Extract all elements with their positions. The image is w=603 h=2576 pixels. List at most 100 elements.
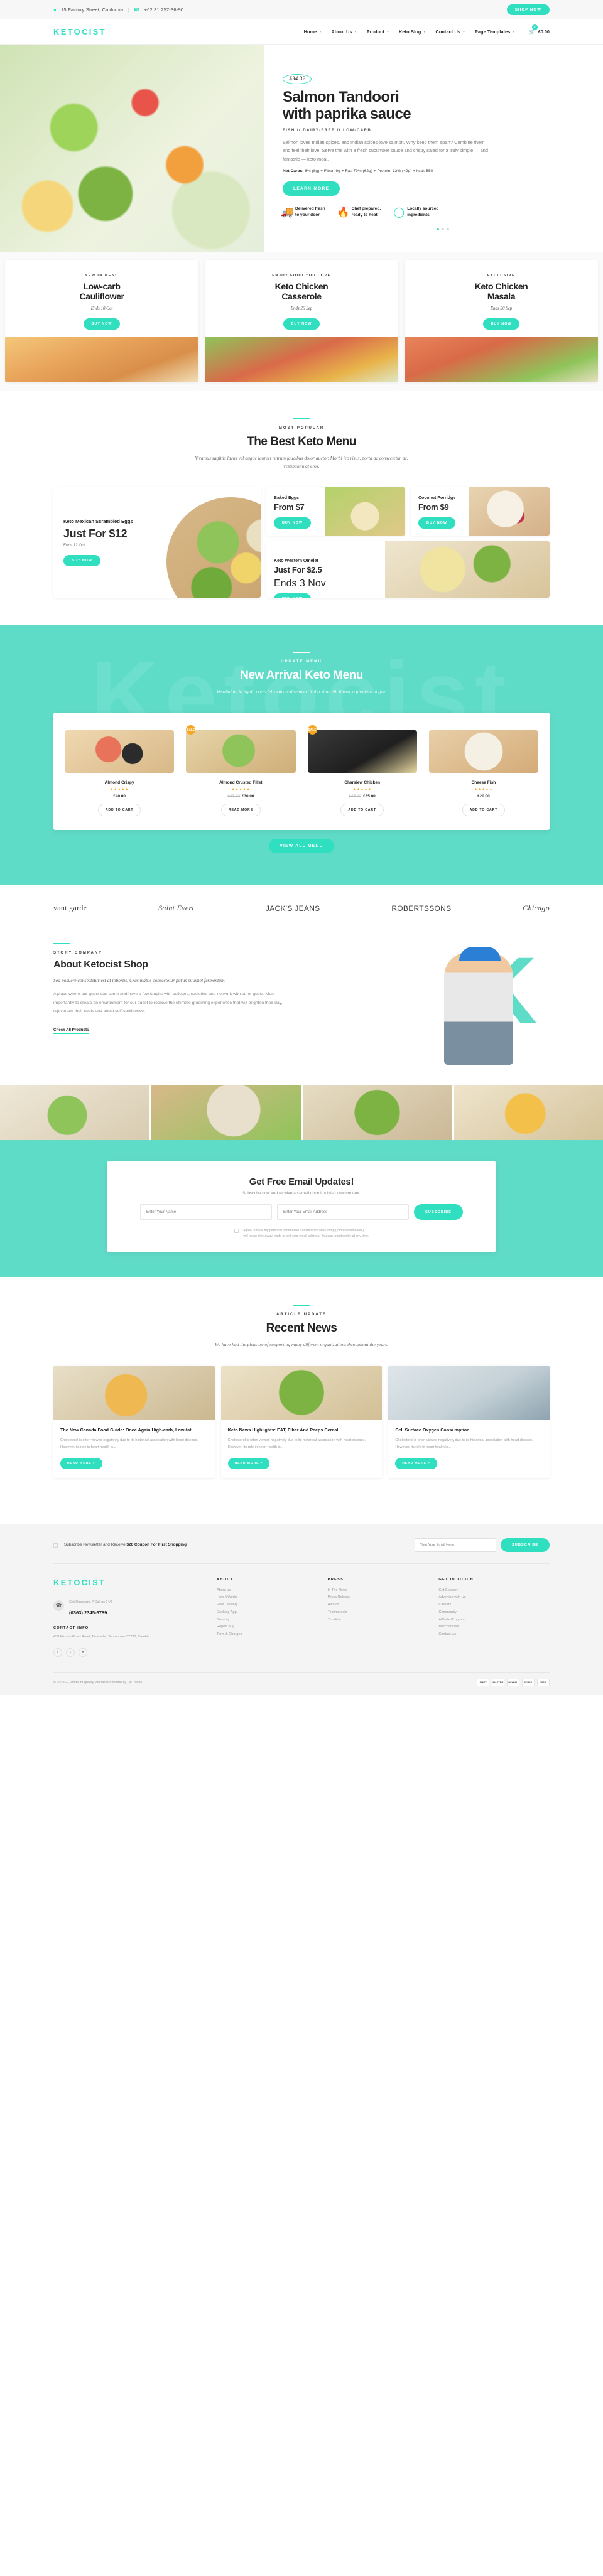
footer-link-security[interactable]: Security <box>217 1617 328 1624</box>
footer-link-about-us[interactable]: About us <box>217 1587 328 1595</box>
nav-item-home[interactable]: Home ▼ <box>304 29 322 35</box>
footer-link-contact-us[interactable]: Contact Us <box>438 1631 550 1639</box>
product-name: Almond Crispy <box>104 780 134 785</box>
support-phone[interactable]: (0363) 2345-6789 <box>69 1610 107 1615</box>
product-card-almond-crispy[interactable]: Almond Crispy ★★★★★ £40.00 ADD TO CART <box>62 724 177 817</box>
footer-link-testimonials[interactable]: Testimonials <box>328 1609 439 1617</box>
product-card-cheese-fish[interactable]: Cheese Fish ★★★★★ £20.00 ADD TO CART <box>425 724 541 817</box>
product-card-charsiew-chicken[interactable]: SALE Charsiew Chicken ★★★★★ £45.00 £35.00… <box>304 724 420 817</box>
feature-line1: Chef prepared, <box>351 207 381 212</box>
add-to-cart-button[interactable]: ADD TO CART <box>97 804 141 817</box>
brand-logo-chicago: Chicago <box>523 903 550 913</box>
read-more-button[interactable]: READ MORE > <box>60 1457 102 1469</box>
newsletter-name-input[interactable] <box>140 1204 273 1221</box>
menu-card-coconut-porridge[interactable]: Coconut Porridge From $9 BUY NOW <box>411 487 550 536</box>
nav-item-page-templates[interactable]: Page Templates ▼ <box>475 29 515 35</box>
news-card-canada-food-guide[interactable]: The New Canada Food Guide: Once Again Hi… <box>53 1365 215 1478</box>
chevron-down-icon: ▼ <box>423 30 426 34</box>
strip-photo-2 <box>151 1085 301 1141</box>
brand-logo-jacks-jeans: JACK'S JEANS <box>265 903 320 913</box>
cart-button[interactable]: 🛒 0 £0.00 <box>529 24 550 35</box>
footer-link-desktop-app[interactable]: Desktop App <box>217 1609 328 1617</box>
menu-card-buy-button[interactable]: BUY NOW <box>274 517 311 529</box>
product-card-almond-crusted-fillet[interactable]: SALE Almond Crusted Fillet ★★★★★ £47.00 £… <box>183 724 298 817</box>
footer-link-report-bug[interactable]: Report Bug <box>217 1624 328 1631</box>
learn-more-button[interactable]: LEARN MORE <box>283 181 340 197</box>
hero-carousel-dots[interactable] <box>283 227 603 230</box>
nav-menu: Home ▼ About Us ▼ Product ▼ Keto Blog ▼ Cont… <box>304 24 550 35</box>
promo-buy-now-button[interactable]: BUY NOW <box>83 318 121 330</box>
view-all-menu-button[interactable]: VIEW ALL MENU <box>269 839 334 854</box>
footer-column-about: ABOUT About us How It Works Free Deliver… <box>217 1578 328 1657</box>
footer-logo[interactable]: KETOCIST <box>53 1578 217 1587</box>
menu-card-buy-button[interactable]: BUY NOW <box>274 593 311 598</box>
menu-card-keto-western-omelet[interactable]: Keto Western Omelet Just For $2.5 Ends 3… <box>266 541 550 598</box>
feature-locally-sourced: ◯ Locally sourced ingredients <box>393 206 438 218</box>
footer-link-careers[interactable]: Careers <box>438 1602 550 1609</box>
menu-card-price: Just For $2.5 <box>274 564 322 574</box>
footer-link-community[interactable]: Community <box>438 1609 550 1617</box>
news-card-keto-news-highlights[interactable]: Keto News Highlights: EAT, Fiber And Pee… <box>220 1365 383 1478</box>
footer-link-advertise-with-us[interactable]: Advertise with Us <box>438 1594 550 1602</box>
rating-stars: ★★★★★ <box>352 788 372 792</box>
footer-subscribe-bold: $20 Coupon For First Shopping <box>126 1543 187 1548</box>
footer-link-free-delivery[interactable]: Free Delivery <box>217 1602 328 1609</box>
carousel-dot-2[interactable] <box>442 227 444 230</box>
shop-now-button[interactable]: SHOP NOW <box>506 4 550 15</box>
read-more-button[interactable]: READ MORE <box>220 804 261 817</box>
footer-link-affiliate-program[interactable]: Affiliate Program <box>438 1617 550 1624</box>
footer-subscribe-button[interactable]: SUBSCRIBE <box>501 1538 550 1552</box>
footer: Subscribe Newsletter and Receive $20 Cou… <box>0 1524 603 1695</box>
footer-link-term-charges[interactable]: Term & Charges <box>217 1631 328 1639</box>
nav-item-contact-us[interactable]: Contact Us ▼ <box>435 29 465 35</box>
hero-description: Salmon loves Indian spices, and Indian s… <box>283 139 488 162</box>
menu-card-buy-button[interactable]: BUY NOW <box>418 517 455 529</box>
nav-item-keto-blog[interactable]: Keto Blog ▼ <box>399 29 426 35</box>
headset-icon: ☎ <box>53 1600 64 1612</box>
footer-column-get-in-touch: GET IN TOUCH Get Support Advertise with … <box>438 1578 550 1657</box>
nav-label: About Us <box>331 29 352 35</box>
add-to-cart-button[interactable]: ADD TO CART <box>462 804 506 817</box>
footer-link-how-it-works[interactable]: How It Works <box>217 1594 328 1602</box>
promo-buy-now-button[interactable]: BUY NOW <box>283 318 320 330</box>
add-to-cart-button[interactable]: ADD TO CART <box>340 804 384 817</box>
site-logo[interactable]: KETOCIST <box>53 27 106 36</box>
read-more-button[interactable]: READ MORE > <box>227 1457 270 1469</box>
promo-buy-now-button[interactable]: BUY NOW <box>482 318 520 330</box>
newsletter-email-input[interactable] <box>277 1204 410 1221</box>
promo-card-low-carb-cauliflower[interactable]: NEW IN MENU Low-carb Cauliflower Ends 10 … <box>5 260 198 383</box>
section-rule <box>293 418 310 420</box>
footer-subscribe-checkbox[interactable] <box>53 1543 58 1548</box>
consent-checkbox[interactable] <box>234 1229 239 1234</box>
nav-label: Keto Blog <box>399 29 421 35</box>
menu-card-baked-eggs[interactable]: Baked Eggs From $7 BUY NOW <box>266 487 405 536</box>
consent-line1: I agree to have my personal information … <box>241 1229 364 1233</box>
nav-item-product[interactable]: Product ▼ <box>367 29 389 35</box>
footer-link-get-support[interactable]: Get Support <box>438 1587 550 1595</box>
news-card-cell-surface-oxygen[interactable]: Cell Surface Oxygen Consumption Choleste… <box>388 1365 550 1478</box>
promo-card-keto-chicken-casserole[interactable]: ENJOY FOOD YOU LOVE Keto Chicken Casserol… <box>205 260 398 383</box>
newsletter-subscribe-button[interactable]: SUBSCRIBE <box>414 1204 463 1221</box>
footer-email-input[interactable] <box>415 1538 497 1552</box>
section-kicker: MOST POPULAR <box>278 426 325 431</box>
footer-link-timeline[interactable]: Timeline <box>328 1617 439 1624</box>
footer-link-merchandise[interactable]: Merchandise <box>438 1624 550 1631</box>
twitter-icon[interactable]: t <box>66 1647 75 1657</box>
read-more-button[interactable]: READ MORE > <box>395 1457 438 1469</box>
menu-feature-card[interactable]: Keto Mexican Scrambled Eggs Just For $12… <box>53 487 261 598</box>
carousel-dot-1[interactable] <box>437 227 439 230</box>
footer-link-awards[interactable]: Awards <box>328 1602 439 1609</box>
promo-card-keto-chicken-masala[interactable]: EXCLUSIVE Keto Chicken Masala Ends 30 Sep… <box>405 260 598 383</box>
menu-card-name: Baked Eggs <box>274 496 300 501</box>
menu-feature-buy-button[interactable]: BUY NOW <box>63 555 100 567</box>
product-price: £20.00 <box>477 794 490 799</box>
about-section: STORY COMPANY About Ketocist Shop Sed po… <box>53 929 550 1069</box>
footer-link-in-the-news[interactable]: In The News <box>328 1587 439 1595</box>
footer-link-press-release[interactable]: Press Release <box>328 1594 439 1602</box>
instagram-icon[interactable]: ● <box>79 1647 87 1657</box>
check-all-products-link[interactable]: Check All Products <box>53 1028 89 1035</box>
news-image <box>220 1365 383 1420</box>
nav-item-about-us[interactable]: About Us ▼ <box>331 29 357 35</box>
carousel-dot-3[interactable] <box>447 227 449 230</box>
facebook-icon[interactable]: f <box>53 1647 62 1657</box>
